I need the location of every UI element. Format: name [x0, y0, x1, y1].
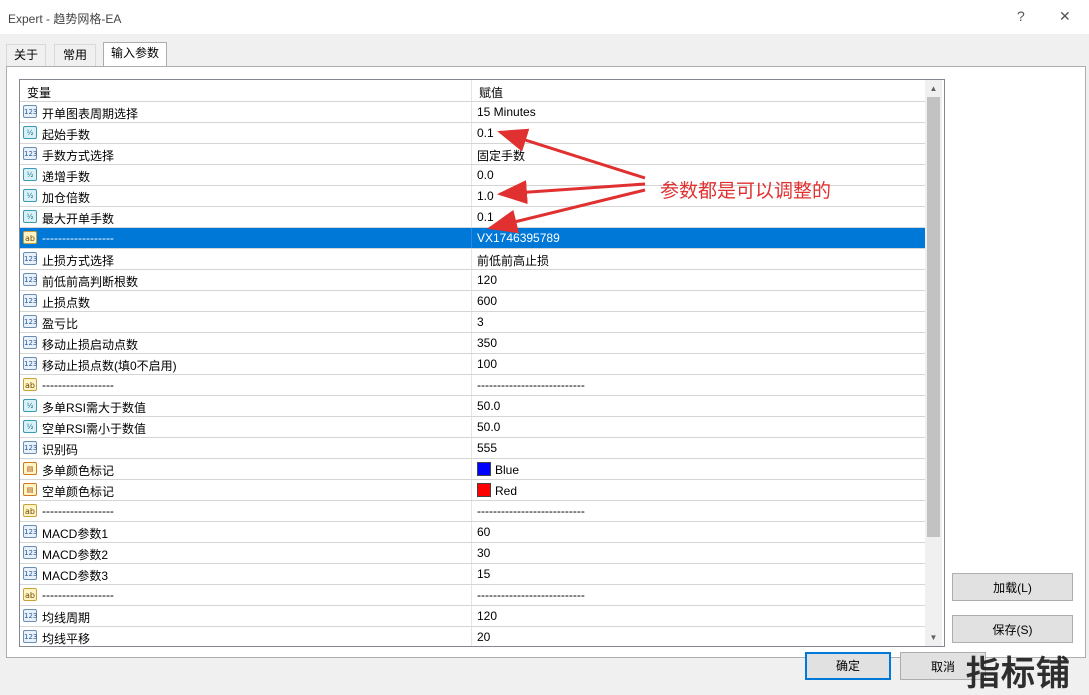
arrow-to-start-lots: [497, 128, 646, 180]
annotation-text: 参数都是可以调整的: [660, 180, 832, 202]
arrow-to-max-lots: [487, 188, 646, 234]
annotation-arrows: [487, 128, 646, 234]
watermark-text: 指标铺: [966, 654, 1071, 694]
arrow-to-multiplier: [497, 180, 646, 205]
